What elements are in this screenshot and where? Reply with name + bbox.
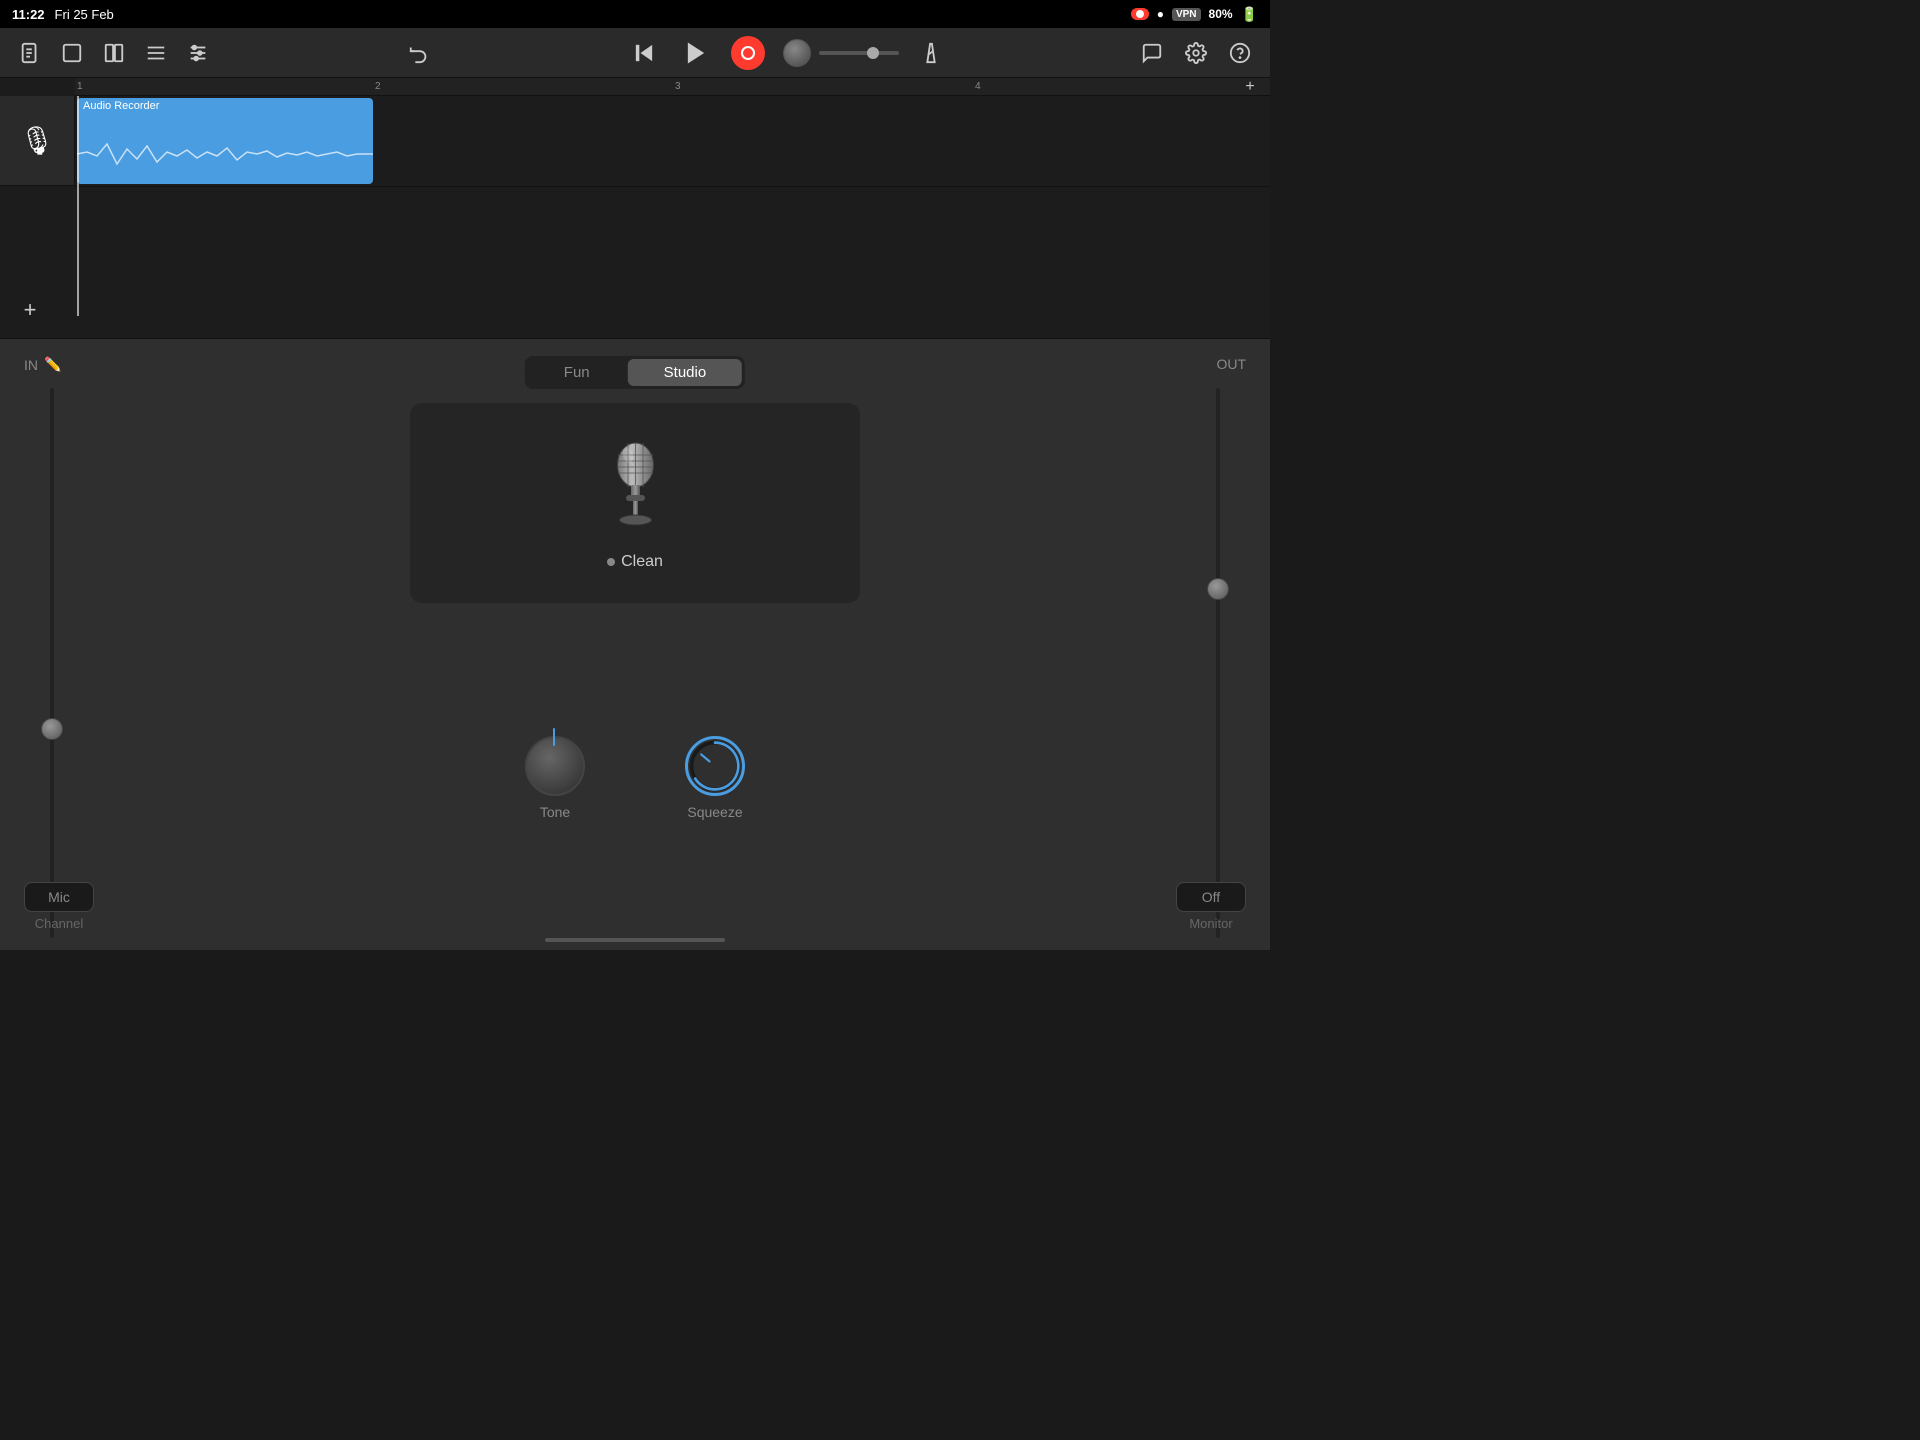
undo-button[interactable]	[405, 39, 433, 67]
monitor-label: Monitor	[1189, 916, 1232, 931]
ruler-mark-4: 4	[975, 81, 981, 92]
audio-clip[interactable]: Audio Recorder	[77, 98, 373, 184]
chat-icon[interactable]	[1138, 39, 1166, 67]
ruler-mark-2: 2	[375, 81, 381, 92]
playhead	[77, 96, 79, 316]
edit-icon[interactable]: ✏️	[44, 356, 61, 373]
track-header[interactable]: 🎙	[0, 96, 75, 186]
scroll-indicator[interactable]	[545, 938, 725, 942]
tempo-control	[783, 39, 899, 67]
wifi-icon: ●	[1157, 7, 1164, 21]
record-button[interactable]	[731, 36, 765, 70]
out-label: OUT	[1216, 356, 1246, 372]
waveform	[77, 124, 373, 184]
track-lane[interactable]: Audio Recorder	[75, 96, 1270, 186]
add-track-button[interactable]: +	[16, 296, 44, 324]
channel-group: Mic Channel	[24, 882, 94, 931]
settings-icon[interactable]	[1182, 39, 1210, 67]
ruler-mark-3: 3	[675, 81, 681, 92]
track-mic-icon: 🎙	[19, 124, 55, 157]
empty-track	[75, 186, 1270, 316]
fader-in-thumb[interactable]	[41, 718, 63, 740]
record-inner	[741, 46, 755, 60]
knobs-row: Tone Squeeze	[525, 736, 745, 820]
channel-label: Channel	[35, 916, 83, 931]
channel-button[interactable]: Mic	[24, 882, 94, 912]
squeeze-label: Squeeze	[687, 804, 742, 820]
lower-panel: IN ✏️ OUT Fun Studio	[0, 338, 1270, 950]
tempo-knob[interactable]	[783, 39, 811, 67]
tone-knob[interactable]	[525, 736, 585, 796]
tone-knob-container: Tone	[525, 736, 585, 820]
battery-label: 80%	[1209, 7, 1233, 21]
clean-dot	[607, 558, 615, 566]
fun-tab[interactable]: Fun	[528, 359, 626, 386]
view-single-icon[interactable]	[58, 39, 86, 67]
battery-icon: 🔋	[1241, 6, 1258, 23]
track-area: + 1 2 3 4 🎙 Audio Recorder +	[0, 78, 1270, 338]
metronome-icon[interactable]	[917, 39, 945, 67]
toolbar	[0, 28, 1270, 78]
rewind-button[interactable]	[627, 36, 661, 70]
ruler-mark-1: 1	[77, 81, 83, 92]
status-time: 11:22	[12, 7, 45, 22]
audio-clip-label: Audio Recorder	[77, 98, 373, 114]
tone-label: Tone	[540, 804, 570, 820]
record-indicator	[1131, 8, 1149, 20]
view-split-icon[interactable]	[100, 39, 128, 67]
tone-knob-indicator	[553, 728, 555, 746]
tabs-container: Fun Studio	[525, 356, 745, 389]
squeeze-arc-svg	[688, 739, 742, 793]
squeeze-knob-container: Squeeze	[685, 736, 745, 820]
in-label: IN ✏️	[24, 356, 61, 373]
transport-controls	[627, 36, 945, 70]
status-bar: 11:22 Fri 25 Feb ● VPN 80% 🔋	[0, 0, 1270, 28]
panel-divider	[0, 338, 1270, 339]
status-date: Fri 25 Feb	[55, 7, 114, 22]
fader-out-thumb[interactable]	[1207, 578, 1229, 600]
vpn-label: VPN	[1172, 8, 1201, 21]
ruler-marks: 1 2 3 4	[75, 78, 1270, 95]
monitor-button[interactable]: Off	[1176, 882, 1246, 912]
tempo-slider[interactable]	[819, 51, 899, 55]
toolbar-right	[1138, 39, 1254, 67]
mic-display[interactable]: Clean	[410, 403, 860, 603]
toolbar-left	[16, 39, 212, 67]
tracks-icon[interactable]	[142, 39, 170, 67]
play-button[interactable]	[679, 36, 713, 70]
clean-preset-label: Clean	[607, 553, 663, 571]
toolbar-mid-section	[405, 39, 433, 67]
document-icon[interactable]	[16, 39, 44, 67]
microphone-svg	[598, 435, 673, 535]
mixer-icon[interactable]	[184, 39, 212, 67]
status-left: 11:22 Fri 25 Feb	[12, 7, 114, 22]
status-right: ● VPN 80% 🔋	[1131, 6, 1258, 23]
help-icon[interactable]	[1226, 39, 1254, 67]
ruler: + 1 2 3 4	[75, 78, 1270, 96]
mic-graphic	[595, 435, 675, 545]
monitor-group: Off Monitor	[1176, 882, 1246, 931]
fader-in[interactable]	[50, 388, 54, 938]
squeeze-knob[interactable]	[685, 736, 745, 796]
fader-out[interactable]	[1216, 388, 1220, 938]
studio-tab[interactable]: Studio	[628, 359, 743, 386]
